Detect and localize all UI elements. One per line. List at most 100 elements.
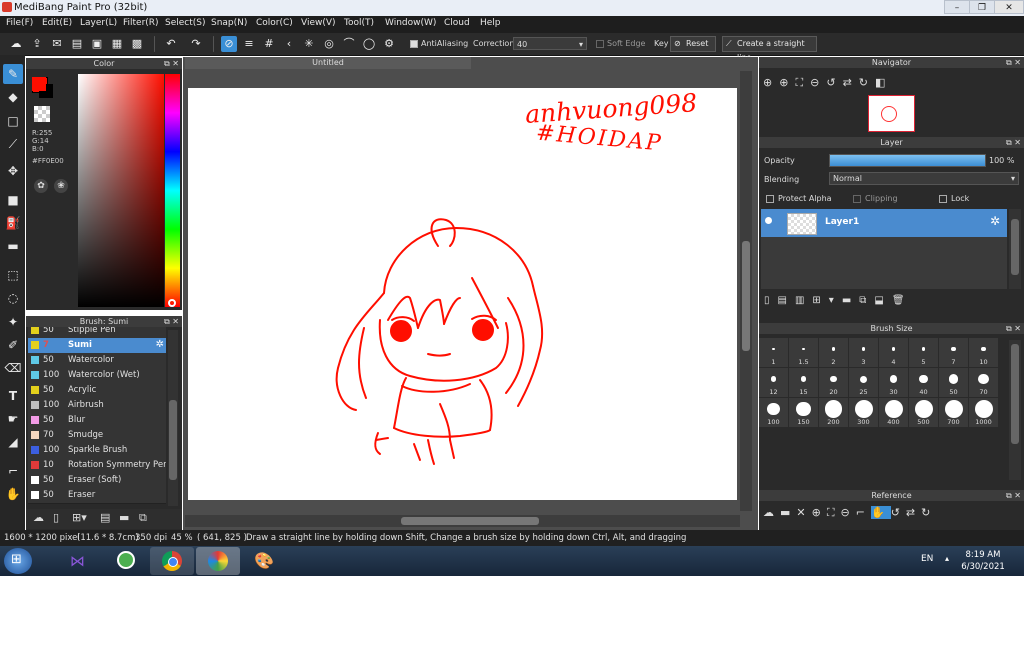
menu-color[interactable]: Color(C) xyxy=(256,18,293,28)
scrollbar-thumb[interactable] xyxy=(742,241,750,351)
brush-size-option[interactable]: 1000 xyxy=(969,398,998,427)
redo-icon[interactable]: ↷ xyxy=(188,36,204,52)
brush-size-scrollbar[interactable] xyxy=(1009,340,1021,480)
brush-size-option[interactable]: 30 xyxy=(879,368,908,397)
clock[interactable]: 8:19 AM 6/30/2021 xyxy=(958,549,1008,573)
rotate-left-icon[interactable]: ↺ xyxy=(891,506,906,519)
correction-select[interactable]: 40 ▾ xyxy=(513,37,587,50)
magic-wand-tool-icon[interactable]: ✦ xyxy=(3,312,23,332)
curve-snap-icon[interactable]: ⌒ xyxy=(341,36,357,52)
brush-size-option[interactable]: 5 xyxy=(909,338,938,367)
zoom-in-2-icon[interactable]: ⊕ xyxy=(779,76,795,89)
cloud-icon[interactable]: ☁ xyxy=(8,36,24,52)
brush-size-option[interactable]: 200 xyxy=(819,398,848,427)
brush-size-option[interactable]: 1.5 xyxy=(789,338,818,367)
folder-icon[interactable]: ▬ xyxy=(119,511,129,524)
scrollbar-thumb[interactable] xyxy=(401,517,539,525)
menu-cloud[interactable]: Cloud xyxy=(444,18,470,28)
brush-size-option[interactable]: 100 xyxy=(759,398,788,427)
cloud-brush-icon[interactable]: ☁ xyxy=(33,511,44,524)
scrollbar-thumb[interactable] xyxy=(169,400,177,480)
menu-window[interactable]: Window(W) xyxy=(385,18,436,28)
merge-layer-icon[interactable]: ⬓ xyxy=(874,295,891,306)
close-icon[interactable]: ✕ xyxy=(796,506,811,519)
menu-file[interactable]: File(F) xyxy=(6,18,33,28)
taskbar-coccoc[interactable] xyxy=(104,547,148,575)
menu-edit[interactable]: Edit(E) xyxy=(42,18,72,28)
taskbar-medibang[interactable] xyxy=(196,547,240,575)
radial-snap-icon[interactable]: ✳ xyxy=(301,36,317,52)
mirror-icon[interactable]: ◧ xyxy=(875,76,892,89)
hand-tool-icon[interactable]: ✋ xyxy=(3,484,23,504)
new-layer-icon[interactable]: ▯ xyxy=(764,295,778,306)
saturation-value-picker[interactable] xyxy=(78,74,164,307)
vertical-scrollbar[interactable] xyxy=(740,71,752,511)
eraser-tool-icon[interactable]: ◆ xyxy=(3,87,23,107)
zoom-out-icon[interactable]: ⊖ xyxy=(841,506,856,519)
cloud-icon[interactable]: ☁ xyxy=(763,506,780,519)
brush-size-option[interactable]: 2 xyxy=(819,338,848,367)
open-icon[interactable]: ▬ xyxy=(780,506,796,519)
transparent-swatch[interactable] xyxy=(34,106,50,122)
select-pen-tool-icon[interactable]: ✐ xyxy=(3,335,23,355)
vanishing-point-icon[interactable]: ‹ xyxy=(281,36,297,52)
menu-layer[interactable]: Layer(L) xyxy=(80,18,117,28)
hand-icon[interactable]: ✋ xyxy=(870,506,891,519)
fit-icon[interactable]: ⛶ xyxy=(827,506,841,519)
brush-item-rotation-symmetry-pen[interactable]: 10 Rotation Symmetry Pen xyxy=(28,458,166,474)
panel-float-close-icon[interactable]: ⧉ ✕ xyxy=(1006,490,1021,501)
panel-float-close-icon[interactable]: ⧉ ✕ xyxy=(1006,57,1021,68)
comment-icon[interactable]: ✉ xyxy=(49,36,65,52)
tray-expand-icon[interactable]: ▴ xyxy=(945,554,949,563)
new-file-icon[interactable]: ▤ xyxy=(69,36,85,52)
panel-float-close-icon[interactable]: ⧉ ✕ xyxy=(1006,323,1021,334)
brush-item-airbrush[interactable]: 100 Airbrush xyxy=(28,398,166,414)
snap-off-icon[interactable]: ⊘ xyxy=(221,36,237,52)
taskbar-paint[interactable]: 🎨 xyxy=(242,547,286,575)
scrollbar-thumb[interactable] xyxy=(1011,219,1019,275)
move-tool-icon[interactable]: ✥ xyxy=(3,161,23,181)
hue-slider[interactable] xyxy=(165,74,180,307)
rotate-right-icon[interactable]: ↻ xyxy=(859,76,875,89)
flip-icon[interactable]: ⇄ xyxy=(906,506,921,519)
fit-icon[interactable]: ⛶ xyxy=(795,76,810,89)
grid-icon[interactable]: ▩ xyxy=(129,36,145,52)
brush-size-option[interactable]: 150 xyxy=(789,398,818,427)
brush-item-watercolor-wet[interactable]: 100 Watercolor (Wet) xyxy=(28,368,166,384)
brush-size-option[interactable]: 700 xyxy=(939,398,968,427)
protect-alpha-checkbox[interactable] xyxy=(766,195,774,203)
fill-rect-tool-icon[interactable]: ■ xyxy=(3,190,23,210)
gradient-tool-icon[interactable]: ▬ xyxy=(3,236,23,256)
undo-icon[interactable]: ↶ xyxy=(163,36,179,52)
new-8bit-layer-icon[interactable]: ▥ xyxy=(795,295,812,306)
brush-size-option[interactable]: 50 xyxy=(939,368,968,397)
scrollbar-thumb[interactable] xyxy=(1011,344,1019,444)
layer-row[interactable]: Layer1 ✲ xyxy=(761,209,1007,237)
zoom-out-icon[interactable]: ⊖ xyxy=(810,76,826,89)
menu-snap[interactable]: Snap(N) xyxy=(211,18,247,28)
copy-brush-icon[interactable]: ▤ xyxy=(100,511,110,524)
layer-scrollbar[interactable] xyxy=(1009,209,1021,289)
brush-size-option[interactable]: 20 xyxy=(819,368,848,397)
color-palette-icon[interactable]: ❀ xyxy=(54,179,68,193)
minimize-button[interactable]: – xyxy=(944,0,970,14)
eyedropper-tool-icon[interactable]: ⌐ xyxy=(3,461,23,481)
brush-size-option[interactable]: 300 xyxy=(849,398,878,427)
folder-icon[interactable]: ▬ xyxy=(842,295,859,306)
antialiasing-checkbox[interactable] xyxy=(410,40,418,48)
divide-tool-icon[interactable]: ◢ xyxy=(3,432,23,452)
flip-icon[interactable]: ⇄ xyxy=(843,76,859,89)
menu-filter[interactable]: Filter(R) xyxy=(123,18,159,28)
brush-tool-icon[interactable]: ✎ xyxy=(3,64,23,84)
menu-view[interactable]: View(V) xyxy=(301,18,336,28)
close-button[interactable]: ✕ xyxy=(994,0,1024,14)
share-icon[interactable]: ⇪ xyxy=(29,36,45,52)
taskbar-visual-studio[interactable]: ⋈ xyxy=(58,547,102,575)
brush-size-option[interactable]: 4 xyxy=(879,338,908,367)
zoom-in-icon[interactable]: ⊕ xyxy=(763,76,779,89)
brush-item-eraser[interactable]: 50 Eraser xyxy=(28,488,166,504)
add-layer-menu-icon[interactable]: ⊞▾ xyxy=(812,295,841,306)
reset-button[interactable]: ⊘ Reset xyxy=(670,36,716,52)
eyedropper-icon[interactable]: ⌐ xyxy=(856,506,871,519)
brush-size-option[interactable]: 40 xyxy=(909,368,938,397)
